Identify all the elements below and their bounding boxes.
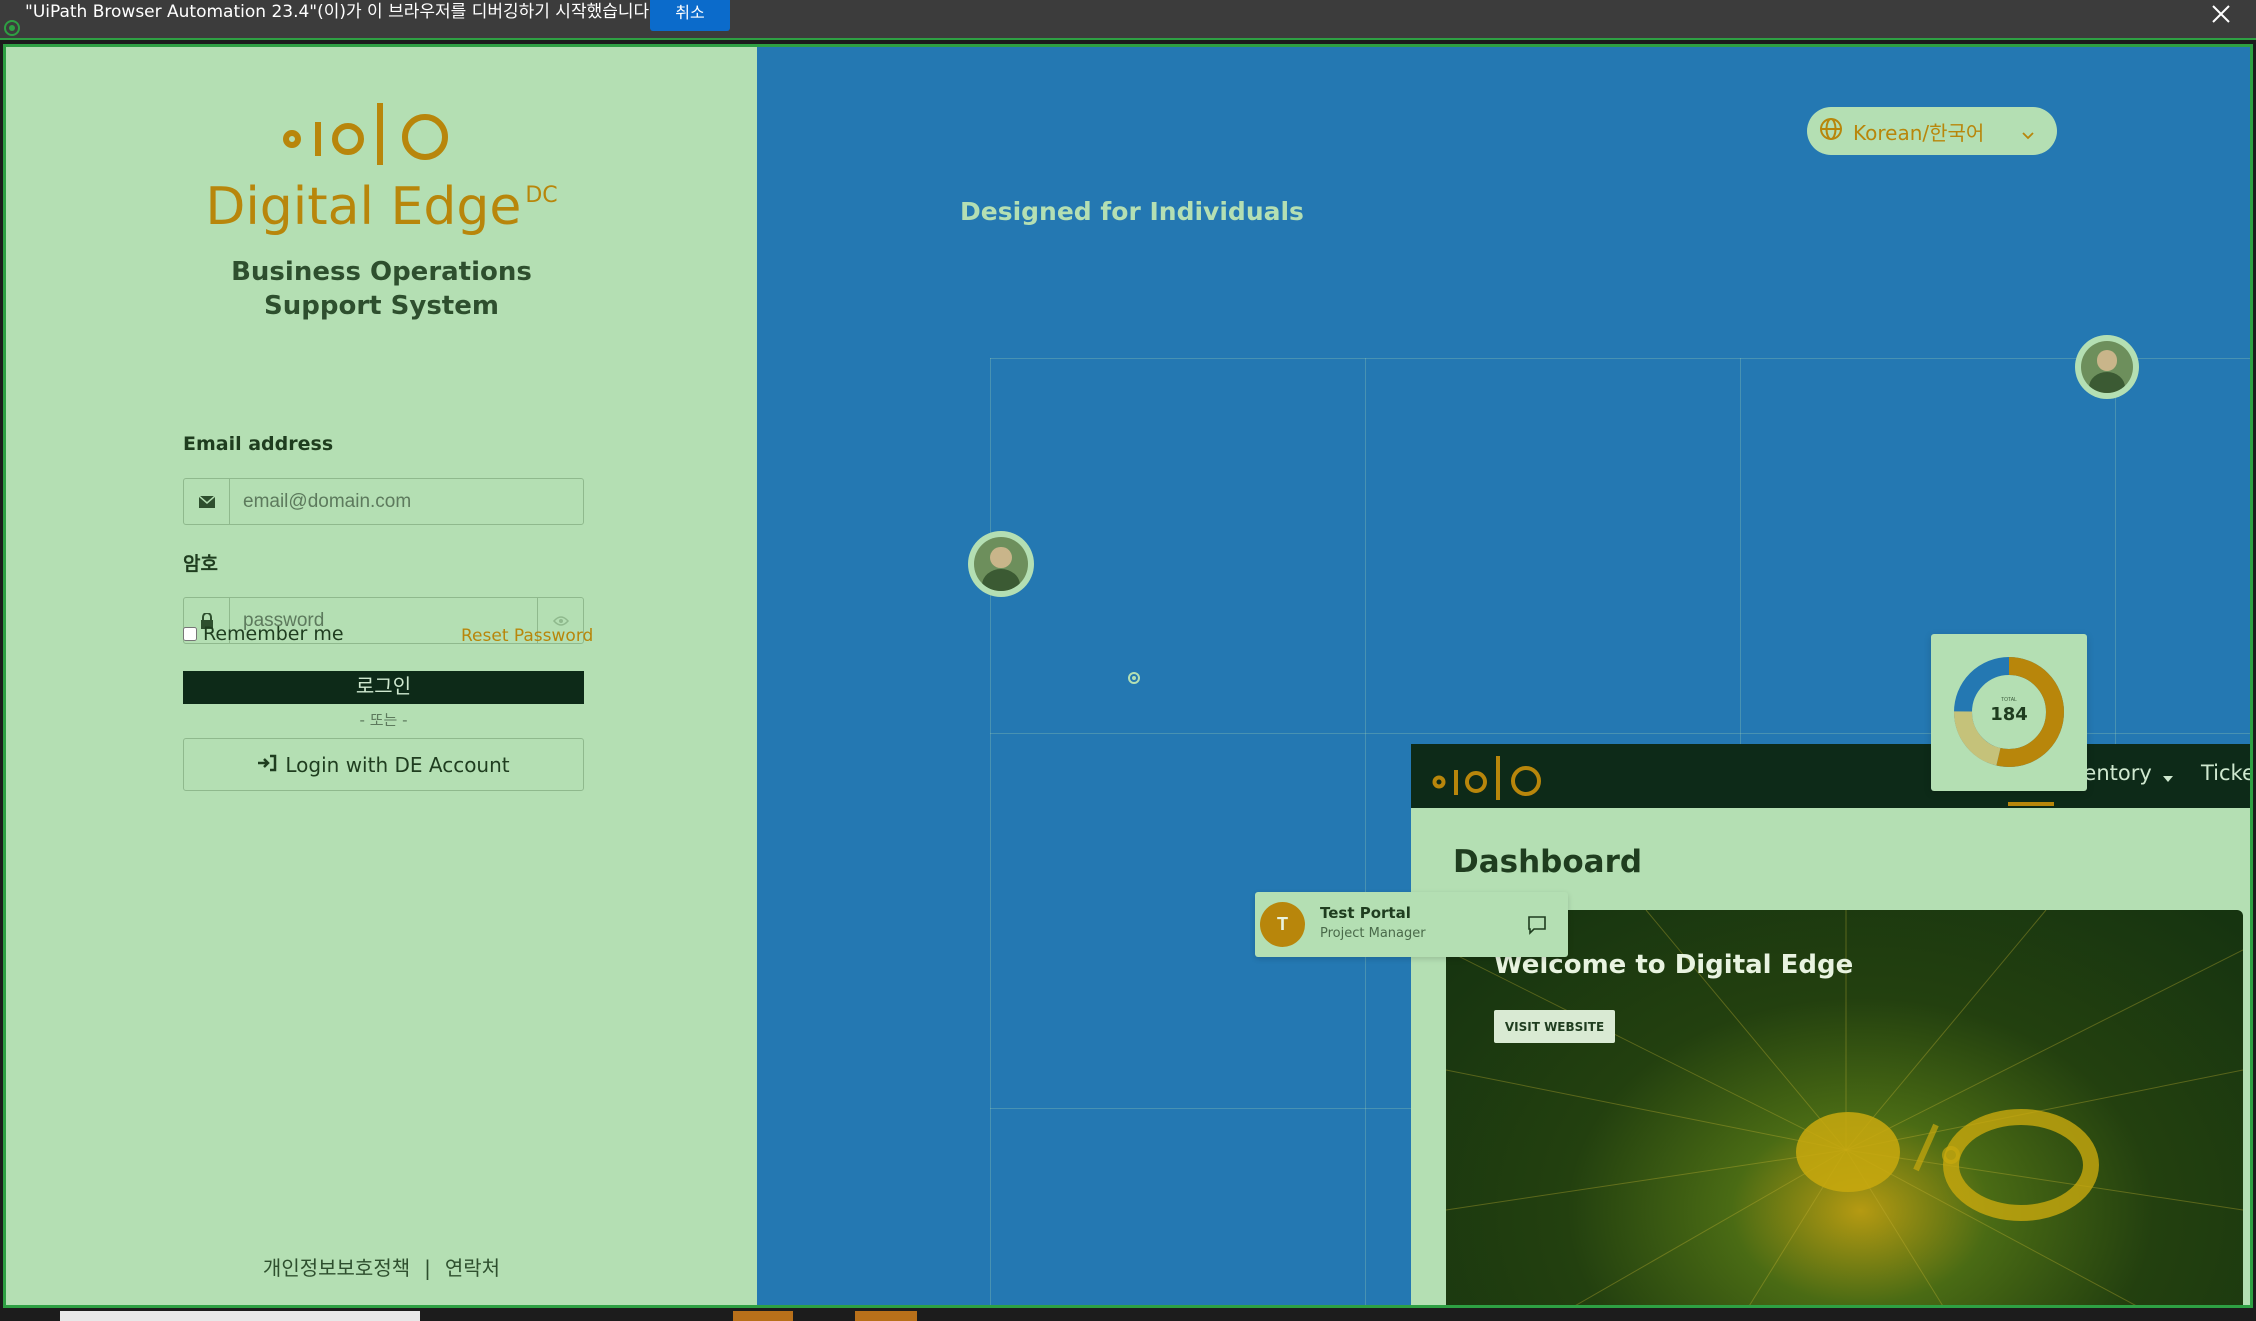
reset-password-link[interactable]: Reset Password — [461, 626, 593, 646]
brand-suffix: DC — [525, 183, 558, 208]
chevron-down-icon — [2021, 123, 2035, 147]
sign-in-icon — [257, 753, 277, 777]
password-label: 암호 — [183, 553, 218, 575]
debug-indicator-icon — [4, 20, 20, 36]
brand-name: Digital Edge — [205, 177, 522, 237]
debugging-notification-bar: "UiPath Browser Automation 23.4"(이)가 이 브… — [0, 0, 2256, 40]
location-pin-icon — [1128, 672, 1140, 684]
close-icon[interactable] — [2205, 0, 2235, 30]
browser-viewport: Digital Edge DC Business Operations Suppo… — [3, 44, 2253, 1308]
email-input[interactable] — [231, 479, 583, 524]
portal-initial-badge: T — [1260, 902, 1305, 947]
grid-line — [990, 358, 991, 1305]
remember-me-checkbox[interactable] — [183, 627, 197, 641]
language-label: Korean/한국어 — [1853, 120, 1985, 145]
language-selector[interactable]: Korean/한국어 — [1807, 107, 2057, 155]
portal-user-card: T Test Portal Project Manager — [1255, 892, 1568, 957]
brand-wordmark: Digital Edge DC — [6, 177, 757, 237]
email-input-group — [183, 478, 584, 525]
total-value: 184 — [1990, 704, 2028, 725]
digital-edge-logo-icon — [280, 97, 450, 167]
envelope-icon — [184, 479, 230, 524]
grid-line — [1365, 358, 1366, 1305]
grid-line — [990, 358, 2250, 359]
portal-name: Test Portal — [1320, 904, 1411, 922]
preview-logo-icon — [1431, 750, 1541, 809]
active-tab-indicator — [2008, 802, 2054, 806]
debug-message: "UiPath Browser Automation 23.4"(이)가 이 브… — [25, 2, 655, 22]
hero-headline: Designed for Individuals — [960, 197, 1304, 226]
preview-nav-tickets: Ticket — [2201, 761, 2250, 785]
remember-me-option[interactable]: Remember me — [183, 623, 344, 645]
cancel-debug-button[interactable]: 취소 — [650, 0, 730, 31]
dashboard-preview: ventory Ticket Dashboard — [1411, 744, 2250, 1305]
user-avatar — [968, 531, 1034, 597]
email-label: Email address — [183, 433, 334, 455]
portal-role: Project Manager — [1320, 926, 1426, 941]
chat-icon — [1517, 905, 1557, 945]
privacy-policy-link[interactable]: 개인정보보호정책 — [263, 1256, 410, 1280]
login-with-de-account-button[interactable]: Login with DE Account — [183, 738, 584, 791]
taskbar-item — [60, 1311, 420, 1321]
visit-website-button: VISIT WEBSITE — [1494, 1010, 1615, 1043]
total-label: TOTAL — [2001, 697, 2017, 703]
contact-link[interactable]: 연락처 — [445, 1256, 500, 1280]
taskbar — [0, 1310, 2256, 1321]
caret-down-icon — [2163, 769, 2173, 787]
app-subtitle: Business Operations Support System — [231, 257, 532, 321]
footer-links: 개인정보보호정책 | 연락처 — [6, 1252, 757, 1281]
globe-icon — [1819, 117, 1843, 146]
welcome-banner: Welcome to Digital Edge VISIT WEBSITE — [1446, 910, 2243, 1305]
de-login-label: Login with DE Account — [285, 752, 510, 777]
preview-navbar: ventory Ticket — [1411, 744, 2250, 809]
hero-panel: Korean/한국어 Designed for Individuals vent… — [757, 47, 2250, 1305]
total-stat-card: TOTAL 184 — [1931, 634, 2087, 791]
preview-dashboard-title: Dashboard — [1453, 844, 1643, 880]
taskbar-item — [733, 1311, 793, 1321]
taskbar-item — [855, 1311, 917, 1321]
or-divider: - 또는 - — [359, 711, 408, 729]
footer-separator: | — [424, 1256, 431, 1280]
login-panel: Digital Edge DC Business Operations Suppo… — [6, 47, 757, 1305]
user-avatar — [2075, 335, 2139, 399]
remember-me-label: Remember me — [203, 623, 344, 645]
login-button[interactable]: 로그인 — [183, 671, 584, 704]
